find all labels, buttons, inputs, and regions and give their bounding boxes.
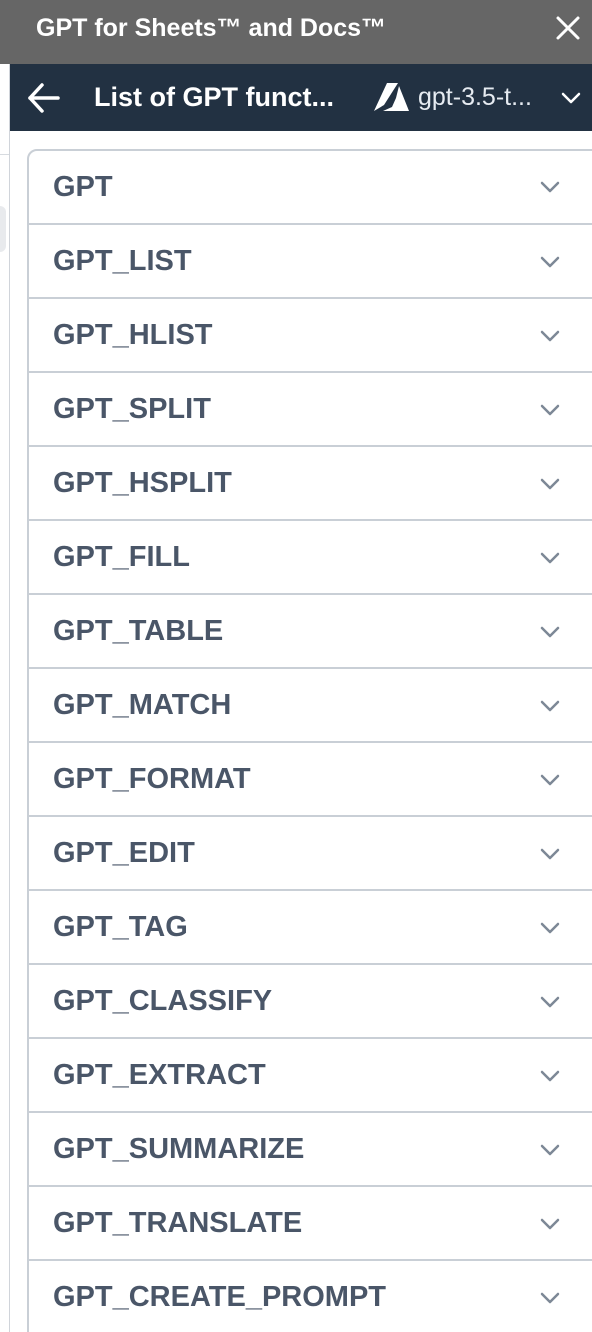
function-name: GPT_EXTRACT bbox=[53, 1059, 266, 1091]
chevron-down-icon bbox=[539, 695, 561, 717]
window-titlebar: GPT for Sheets™ and Docs™ bbox=[0, 0, 592, 64]
sheet-scroll-fragment bbox=[0, 206, 6, 252]
function-name: GPT_SPLIT bbox=[53, 393, 211, 425]
function-name: GPT_EDIT bbox=[53, 837, 195, 869]
chevron-down-icon bbox=[539, 399, 561, 421]
model-selector[interactable]: gpt-3.5-t... bbox=[370, 64, 592, 131]
function-item-gpt-translate[interactable]: GPT_TRANSLATE bbox=[29, 1185, 592, 1259]
function-item-gpt-extract[interactable]: GPT_EXTRACT bbox=[29, 1037, 592, 1111]
page-title: List of GPT funct... bbox=[94, 82, 334, 112]
window-title: GPT for Sheets™ and Docs™ bbox=[36, 14, 387, 42]
chevron-down-icon bbox=[560, 87, 582, 109]
underlying-sheet-edge bbox=[0, 64, 10, 1332]
chevron-down-icon bbox=[539, 991, 561, 1013]
function-item-gpt-format[interactable]: GPT_FORMAT bbox=[29, 741, 592, 815]
function-name: GPT_FORMAT bbox=[53, 763, 251, 795]
chevron-down-icon bbox=[539, 769, 561, 791]
function-name: GPT_HSPLIT bbox=[53, 467, 232, 499]
function-item-gpt-create-prompt[interactable]: GPT_CREATE_PROMPT bbox=[29, 1259, 592, 1332]
function-name: GPT_CREATE_PROMPT bbox=[53, 1281, 387, 1313]
function-item-gpt-fill[interactable]: GPT_FILL bbox=[29, 519, 592, 593]
close-icon[interactable] bbox=[550, 10, 586, 46]
chevron-down-icon bbox=[539, 1065, 561, 1087]
function-name: GPT_SUMMARIZE bbox=[53, 1133, 305, 1165]
function-name: GPT_MATCH bbox=[53, 689, 232, 721]
sheet-divider bbox=[0, 154, 9, 155]
chevron-down-icon bbox=[539, 1139, 561, 1161]
panel-header: List of GPT funct... gpt-3.5-t... bbox=[10, 64, 592, 131]
function-list: GPT GPT_LIST GPT_HLIST GPT_SPLIT GPT_HSP bbox=[27, 149, 592, 1332]
function-name: GPT_LIST bbox=[53, 245, 192, 277]
chevron-down-icon bbox=[539, 473, 561, 495]
function-item-gpt-hlist[interactable]: GPT_HLIST bbox=[29, 297, 592, 371]
function-name: GPT_FILL bbox=[53, 541, 190, 573]
chevron-down-icon bbox=[539, 917, 561, 939]
chevron-down-icon bbox=[539, 325, 561, 347]
function-name: GPT_HLIST bbox=[53, 319, 213, 351]
azure-icon bbox=[372, 81, 410, 113]
back-arrow-icon[interactable] bbox=[24, 78, 64, 118]
chevron-down-icon bbox=[539, 1213, 561, 1235]
function-item-gpt-hsplit[interactable]: GPT_HSPLIT bbox=[29, 445, 592, 519]
chevron-down-icon bbox=[539, 621, 561, 643]
chevron-down-icon bbox=[539, 176, 561, 198]
function-item-gpt[interactable]: GPT bbox=[29, 151, 592, 223]
function-item-gpt-list[interactable]: GPT_LIST bbox=[29, 223, 592, 297]
function-name: GPT_TABLE bbox=[53, 615, 224, 647]
function-name: GPT_CLASSIFY bbox=[53, 985, 273, 1017]
function-item-gpt-match[interactable]: GPT_MATCH bbox=[29, 667, 592, 741]
function-item-gpt-tag[interactable]: GPT_TAG bbox=[29, 889, 592, 963]
function-item-gpt-edit[interactable]: GPT_EDIT bbox=[29, 815, 592, 889]
chevron-down-icon bbox=[539, 547, 561, 569]
model-name: gpt-3.5-t... bbox=[418, 83, 532, 111]
function-item-gpt-split[interactable]: GPT_SPLIT bbox=[29, 371, 592, 445]
function-name: GPT bbox=[53, 171, 113, 203]
function-item-gpt-classify[interactable]: GPT_CLASSIFY bbox=[29, 963, 592, 1037]
chevron-down-icon bbox=[539, 251, 561, 273]
function-name: GPT_TRANSLATE bbox=[53, 1207, 303, 1239]
function-item-gpt-summarize[interactable]: GPT_SUMMARIZE bbox=[29, 1111, 592, 1185]
function-item-gpt-table[interactable]: GPT_TABLE bbox=[29, 593, 592, 667]
function-name: GPT_TAG bbox=[53, 911, 188, 943]
chevron-down-icon bbox=[539, 843, 561, 865]
chevron-down-icon bbox=[539, 1287, 561, 1309]
sidebar-panel: GPT for Sheets™ and Docs™ List of GPT fu… bbox=[0, 0, 592, 1332]
